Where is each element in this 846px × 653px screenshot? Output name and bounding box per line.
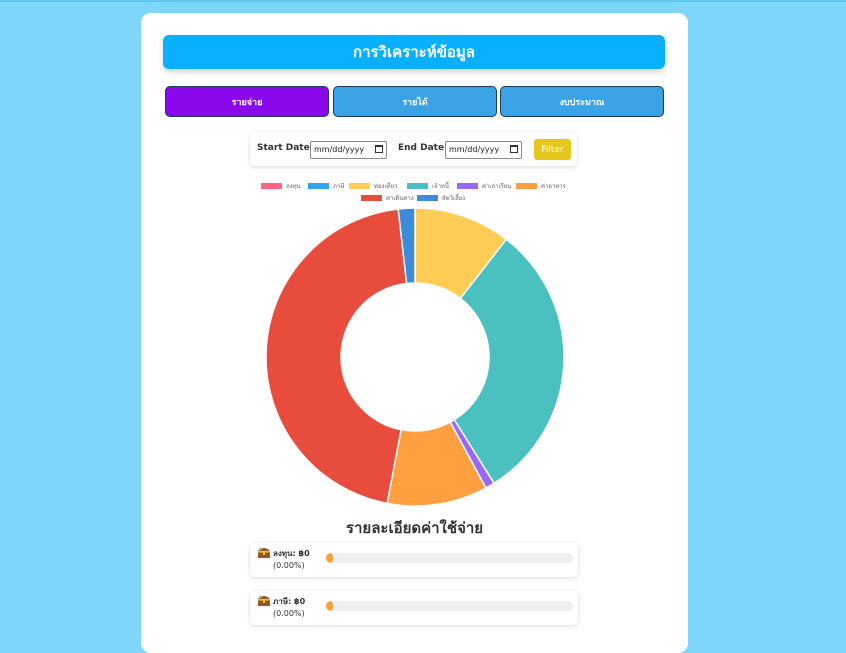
detail-row: ลงทุน: ฿0 (0.00%) — [250, 543, 578, 577]
legend-item[interactable]: ค่าเดินทาง — [361, 193, 414, 202]
legend-swatch — [457, 182, 478, 189]
start-date-input[interactable]: mm/dd/yyyy — [310, 141, 387, 159]
legend-label: ค่าอาหาร — [541, 182, 566, 190]
legend-swatch — [349, 182, 370, 189]
progress-bar — [326, 601, 573, 611]
progress-fill — [326, 553, 333, 563]
details-title: รายละเอียดค่าใช้จ่าย — [345, 519, 484, 537]
legend-item[interactable]: ลงทุน — [261, 181, 301, 190]
filter-button[interactable]: Filter — [534, 139, 571, 160]
tab-bar: รายจ่าย รายได้ งบประมาณ — [165, 86, 664, 117]
legend-item[interactable]: ภาษี — [308, 181, 344, 190]
start-date-label: Start Date: — [257, 143, 314, 153]
tab-budget[interactable]: งบประมาณ — [500, 86, 664, 117]
legend-item[interactable]: เจ้าหนี้ — [407, 181, 449, 190]
window-top-edge — [0, 0, 846, 2]
detail-name: ลงทุน: ฿0 — [273, 549, 310, 558]
legend-swatch — [308, 182, 329, 189]
calendar-icon — [375, 145, 383, 153]
page-title: การวิเคราะห์ข้อมูล — [163, 35, 665, 69]
end-date-label: End Date: — [398, 143, 448, 153]
legend-label: เจ้าหนี้ — [432, 182, 449, 190]
legend-swatch — [261, 182, 282, 189]
detail-percent: (0.00%) — [273, 561, 305, 570]
treasure-chest-icon — [258, 595, 270, 606]
calendar-icon — [510, 145, 518, 153]
detail-name: ภาษี: ฿0 — [273, 597, 306, 606]
chart-legend: ลงทุน ภาษี ท่องเที่ยว เจ้าหนี้ ค่าเล่าเรียนค… — [141, 181, 688, 205]
detail-percent: (0.00%) — [273, 609, 305, 618]
legend-swatch — [516, 182, 537, 189]
legend-swatch — [407, 182, 428, 189]
legend-swatch — [361, 194, 382, 201]
start-date-value: mm/dd/yyyy — [314, 145, 365, 154]
progress-bar — [326, 553, 573, 563]
legend-label: ท่องเที่ยว — [374, 182, 398, 190]
analysis-card: การวิเคราะห์ข้อมูล รายจ่าย รายได้ งบประม… — [141, 13, 688, 653]
expense-donut-chart — [265, 207, 565, 507]
legend-item[interactable]: ค่าเล่าเรียน — [457, 181, 511, 190]
legend-label: ภาษี — [333, 182, 345, 190]
tab-expenses[interactable]: รายจ่าย — [165, 86, 329, 117]
legend-item[interactable]: ท่องเที่ยว — [349, 181, 397, 190]
treasure-chest-icon — [258, 547, 270, 558]
progress-fill — [326, 601, 333, 611]
legend-swatch — [417, 194, 438, 201]
legend-item[interactable]: สัตว์เลี้ยง — [417, 193, 465, 202]
legend-label: สัตว์เลี้ยง — [442, 194, 466, 202]
donut-slice-6[interactable] — [265, 208, 408, 505]
end-date-value: mm/dd/yyyy — [449, 145, 500, 154]
legend-label: ค่าเดินทาง — [386, 194, 414, 202]
legend-item[interactable]: ค่าอาหาร — [516, 181, 566, 190]
legend-label: ลงทุน — [286, 182, 301, 190]
tab-income[interactable]: รายได้ — [333, 86, 497, 117]
date-filter: Start Date: mm/dd/yyyy End Date: mm/dd/y… — [250, 132, 577, 166]
detail-row: ภาษี: ฿0 (0.00%) — [250, 591, 578, 625]
legend-label: ค่าเล่าเรียน — [482, 182, 512, 190]
end-date-input[interactable]: mm/dd/yyyy — [445, 141, 522, 159]
